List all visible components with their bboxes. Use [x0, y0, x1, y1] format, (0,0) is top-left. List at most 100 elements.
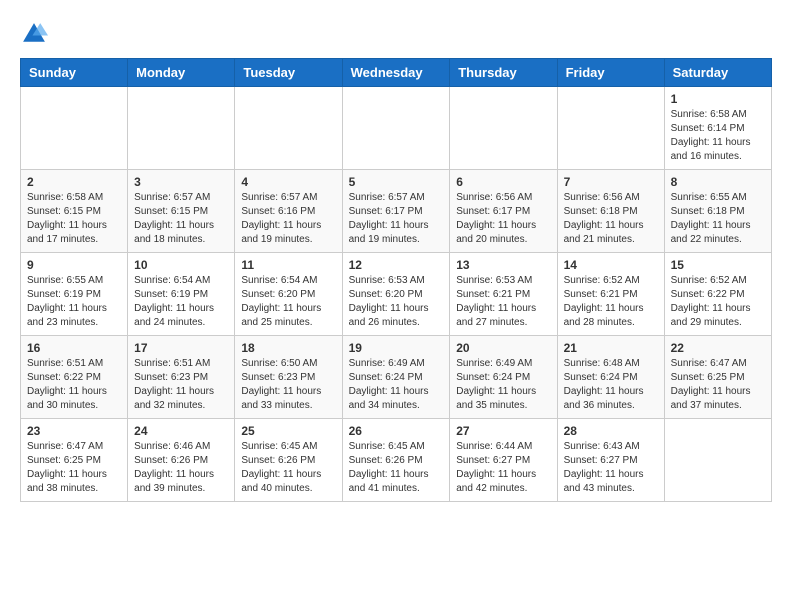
calendar-table: SundayMondayTuesdayWednesdayThursdayFrid…: [20, 58, 772, 502]
calendar-cell: 14Sunrise: 6:52 AM Sunset: 6:21 PM Dayli…: [557, 253, 664, 336]
calendar-cell: 21 Sunrise: 6:48 AM Sunset: 6:24 PM Dayli…: [557, 336, 664, 419]
calendar-cell: 1Sunrise: 6:58 AM Sunset: 6:14 PM Daylig…: [664, 87, 771, 170]
column-header-wednesday: Wednesday: [342, 59, 450, 87]
calendar-cell: [664, 419, 771, 502]
logo: [20, 20, 52, 48]
day-info: Sunrise: 6:43 AM Sunset: 6:27 PM Dayligh…: [564, 440, 658, 496]
column-header-sunday: Sunday: [21, 59, 128, 87]
calendar-cell: 3 Sunrise: 6:57 AM Sunset: 6:15 PM Daylig…: [128, 170, 235, 253]
day-number: 26: [349, 424, 444, 438]
calendar-cell: [21, 87, 128, 170]
day-number: 19: [349, 341, 444, 355]
calendar-cell: 24Sunrise: 6:46 AM Sunset: 6:26 PM Dayli…: [128, 419, 235, 502]
calendar-cell: 8 Sunrise: 6:55 AM Sunset: 6:18 PM Daylig…: [664, 170, 771, 253]
calendar-week-row: 9 Sunrise: 6:55 AM Sunset: 6:19 PM Daylig…: [21, 253, 772, 336]
calendar-cell: 5Sunrise: 6:57 AM Sunset: 6:17 PM Daylig…: [342, 170, 450, 253]
day-info: Sunrise: 6:49 AM Sunset: 6:24 PM Dayligh…: [349, 357, 444, 413]
day-number: 23: [27, 424, 121, 438]
calendar-cell: 25 Sunrise: 6:45 AM Sunset: 6:26 PM Dayli…: [235, 419, 342, 502]
day-info: Sunrise: 6:53 AM Sunset: 6:20 PM Dayligh…: [349, 274, 444, 330]
day-number: 17: [134, 341, 228, 355]
day-number: 6: [456, 175, 550, 189]
calendar-cell: 16 Sunrise: 6:51 AM Sunset: 6:22 PM Dayli…: [21, 336, 128, 419]
day-info: Sunrise: 6:47 AM Sunset: 6:25 PM Dayligh…: [671, 357, 765, 413]
calendar-week-row: 23 Sunrise: 6:47 AM Sunset: 6:25 PM Dayli…: [21, 419, 772, 502]
day-number: 5: [349, 175, 444, 189]
day-info: Sunrise: 6:45 AM Sunset: 6:26 PM Dayligh…: [349, 440, 444, 496]
day-info: Sunrise: 6:49 AM Sunset: 6:24 PM Dayligh…: [456, 357, 550, 413]
column-header-monday: Monday: [128, 59, 235, 87]
day-info: Sunrise: 6:57 AM Sunset: 6:15 PM Dayligh…: [134, 191, 228, 247]
calendar-cell: 4 Sunrise: 6:57 AM Sunset: 6:16 PM Daylig…: [235, 170, 342, 253]
day-number: 21: [564, 341, 658, 355]
day-number: 15: [671, 258, 765, 272]
day-number: 7: [564, 175, 658, 189]
calendar-cell: 13Sunrise: 6:53 AM Sunset: 6:21 PM Dayli…: [450, 253, 557, 336]
day-number: 2: [27, 175, 121, 189]
logo-icon: [20, 20, 48, 48]
day-number: 16: [27, 341, 121, 355]
column-header-saturday: Saturday: [664, 59, 771, 87]
day-number: 3: [134, 175, 228, 189]
calendar-cell: 20 Sunrise: 6:49 AM Sunset: 6:24 PM Dayli…: [450, 336, 557, 419]
calendar-header-row: SundayMondayTuesdayWednesdayThursdayFrid…: [21, 59, 772, 87]
page-header: [20, 20, 772, 48]
day-info: Sunrise: 6:51 AM Sunset: 6:23 PM Dayligh…: [134, 357, 228, 413]
day-number: 9: [27, 258, 121, 272]
day-number: 25: [241, 424, 335, 438]
day-number: 22: [671, 341, 765, 355]
calendar-cell: 11 Sunrise: 6:54 AM Sunset: 6:20 PM Dayli…: [235, 253, 342, 336]
calendar-week-row: 1Sunrise: 6:58 AM Sunset: 6:14 PM Daylig…: [21, 87, 772, 170]
calendar-cell: 12 Sunrise: 6:53 AM Sunset: 6:20 PM Dayli…: [342, 253, 450, 336]
column-header-tuesday: Tuesday: [235, 59, 342, 87]
day-info: Sunrise: 6:55 AM Sunset: 6:18 PM Dayligh…: [671, 191, 765, 247]
day-info: Sunrise: 6:44 AM Sunset: 6:27 PM Dayligh…: [456, 440, 550, 496]
day-number: 18: [241, 341, 335, 355]
calendar-cell: 23 Sunrise: 6:47 AM Sunset: 6:25 PM Dayli…: [21, 419, 128, 502]
calendar-cell: 9 Sunrise: 6:55 AM Sunset: 6:19 PM Daylig…: [21, 253, 128, 336]
calendar-cell: [128, 87, 235, 170]
day-info: Sunrise: 6:52 AM Sunset: 6:22 PM Dayligh…: [671, 274, 765, 330]
day-info: Sunrise: 6:56 AM Sunset: 6:18 PM Dayligh…: [564, 191, 658, 247]
day-number: 20: [456, 341, 550, 355]
column-header-thursday: Thursday: [450, 59, 557, 87]
calendar-cell: 2 Sunrise: 6:58 AM Sunset: 6:15 PM Daylig…: [21, 170, 128, 253]
day-number: 8: [671, 175, 765, 189]
day-number: 1: [671, 92, 765, 106]
calendar-cell: [342, 87, 450, 170]
day-info: Sunrise: 6:52 AM Sunset: 6:21 PM Dayligh…: [564, 274, 658, 330]
day-number: 4: [241, 175, 335, 189]
calendar-cell: [235, 87, 342, 170]
calendar-week-row: 2 Sunrise: 6:58 AM Sunset: 6:15 PM Daylig…: [21, 170, 772, 253]
calendar-cell: 18 Sunrise: 6:50 AM Sunset: 6:23 PM Dayli…: [235, 336, 342, 419]
calendar-cell: 22 Sunrise: 6:47 AM Sunset: 6:25 PM Dayli…: [664, 336, 771, 419]
day-info: Sunrise: 6:55 AM Sunset: 6:19 PM Dayligh…: [27, 274, 121, 330]
calendar-cell: 6Sunrise: 6:56 AM Sunset: 6:17 PM Daylig…: [450, 170, 557, 253]
calendar-cell: 10Sunrise: 6:54 AM Sunset: 6:19 PM Dayli…: [128, 253, 235, 336]
day-number: 11: [241, 258, 335, 272]
day-number: 12: [349, 258, 444, 272]
day-info: Sunrise: 6:53 AM Sunset: 6:21 PM Dayligh…: [456, 274, 550, 330]
day-info: Sunrise: 6:54 AM Sunset: 6:19 PM Dayligh…: [134, 274, 228, 330]
calendar-cell: 19 Sunrise: 6:49 AM Sunset: 6:24 PM Dayli…: [342, 336, 450, 419]
calendar-cell: [450, 87, 557, 170]
day-info: Sunrise: 6:48 AM Sunset: 6:24 PM Dayligh…: [564, 357, 658, 413]
calendar-week-row: 16 Sunrise: 6:51 AM Sunset: 6:22 PM Dayli…: [21, 336, 772, 419]
calendar-cell: 28Sunrise: 6:43 AM Sunset: 6:27 PM Dayli…: [557, 419, 664, 502]
day-info: Sunrise: 6:46 AM Sunset: 6:26 PM Dayligh…: [134, 440, 228, 496]
day-info: Sunrise: 6:47 AM Sunset: 6:25 PM Dayligh…: [27, 440, 121, 496]
calendar-cell: 17 Sunrise: 6:51 AM Sunset: 6:23 PM Dayli…: [128, 336, 235, 419]
day-info: Sunrise: 6:54 AM Sunset: 6:20 PM Dayligh…: [241, 274, 335, 330]
day-number: 27: [456, 424, 550, 438]
day-info: Sunrise: 6:58 AM Sunset: 6:15 PM Dayligh…: [27, 191, 121, 247]
column-header-friday: Friday: [557, 59, 664, 87]
calendar-cell: 7 Sunrise: 6:56 AM Sunset: 6:18 PM Daylig…: [557, 170, 664, 253]
day-info: Sunrise: 6:51 AM Sunset: 6:22 PM Dayligh…: [27, 357, 121, 413]
day-info: Sunrise: 6:45 AM Sunset: 6:26 PM Dayligh…: [241, 440, 335, 496]
calendar-cell: 27 Sunrise: 6:44 AM Sunset: 6:27 PM Dayli…: [450, 419, 557, 502]
day-info: Sunrise: 6:57 AM Sunset: 6:16 PM Dayligh…: [241, 191, 335, 247]
calendar-cell: [557, 87, 664, 170]
day-info: Sunrise: 6:50 AM Sunset: 6:23 PM Dayligh…: [241, 357, 335, 413]
calendar-cell: 26 Sunrise: 6:45 AM Sunset: 6:26 PM Dayli…: [342, 419, 450, 502]
calendar-cell: 15 Sunrise: 6:52 AM Sunset: 6:22 PM Dayli…: [664, 253, 771, 336]
